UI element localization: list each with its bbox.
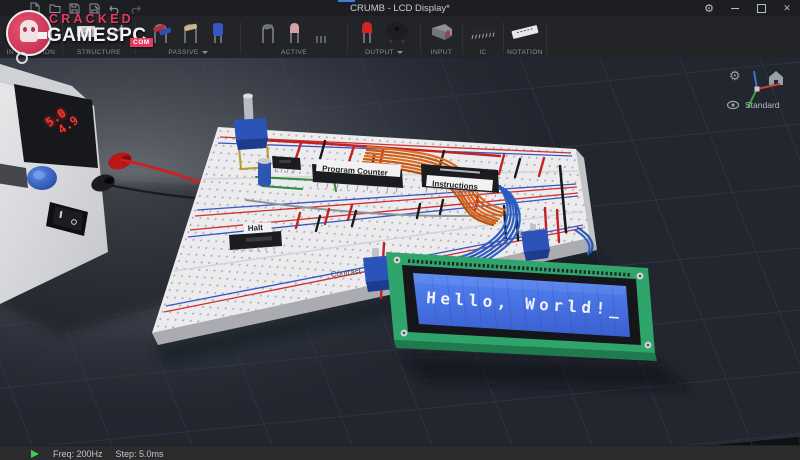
- lcd-module[interactable]: Hello, World!_: [386, 252, 657, 361]
- scene-settings-gear-icon[interactable]: ⚙: [729, 68, 741, 83]
- capacitor-component[interactable]: [258, 158, 271, 186]
- label-sticker-icon[interactable]: [508, 20, 542, 44]
- toolbar-separator: [546, 22, 547, 54]
- dropdown-arrow-icon: [397, 51, 403, 54]
- play-icon[interactable]: [31, 450, 39, 458]
- toolbar-label-ic: IC: [479, 49, 486, 56]
- halt-label: Halt: [248, 223, 264, 233]
- resistor-beige-icon[interactable]: [181, 20, 201, 44]
- settings-gear-icon[interactable]: ⚙: [696, 0, 722, 16]
- crackedgamespc-watermark: CRACKED GAMESPC COM: [2, 8, 152, 66]
- toolbar-group-ic[interactable]: IC: [463, 16, 503, 58]
- toolbar-group-active[interactable]: ACTIVE: [241, 16, 347, 58]
- step-status: Step: 5.0ms: [116, 449, 164, 459]
- transistor-icon[interactable]: [313, 20, 329, 44]
- maximize-button[interactable]: [748, 0, 774, 16]
- watermark-logo-icon: [6, 10, 52, 56]
- led-red-icon[interactable]: [359, 20, 375, 44]
- dip-chip-icon[interactable]: [467, 20, 499, 44]
- watermark-chain-icon: [16, 52, 28, 64]
- window-controls: ⚙ ✕: [696, 0, 800, 16]
- diode-icon[interactable]: [259, 20, 277, 44]
- watermark-badge: COM: [130, 38, 153, 47]
- capacitor-icon[interactable]: [210, 20, 226, 44]
- watermark-text-top: CRACKED: [49, 12, 134, 26]
- toolbar-label-output: OUTPUT: [365, 49, 394, 56]
- view-mode-label: Standard: [745, 100, 780, 110]
- toolbar-label-active: ACTIVE: [281, 49, 307, 56]
- toolbar-group-notation[interactable]: NOTATION: [504, 16, 546, 58]
- led-pink-icon[interactable]: [286, 20, 304, 44]
- active-tab-indicator: [338, 0, 355, 2]
- status-bar: Freq: 200Hz Step: 5.0ms: [0, 445, 800, 460]
- minimize-button[interactable]: [722, 0, 748, 16]
- frequency-status: Freq: 200Hz: [53, 449, 103, 459]
- buzzer-icon[interactable]: [384, 20, 410, 44]
- dropdown-arrow-icon: [202, 51, 208, 54]
- resistor-icon[interactable]: [150, 20, 172, 44]
- switch-icon[interactable]: [429, 20, 455, 44]
- toolbar-group-output[interactable]: OUTPUT: [348, 16, 420, 58]
- toolbar-label-input: INPUT: [431, 49, 453, 56]
- toolbar-label-passive: PASSIVE: [168, 49, 198, 56]
- toolbar-label-notation: NOTATION: [507, 49, 543, 56]
- toolbar-group-input[interactable]: INPUT: [421, 16, 462, 58]
- scene-viewport[interactable]: 5.0 4.9: [0, 58, 800, 445]
- close-button[interactable]: ✕: [774, 0, 800, 16]
- crumb-app-window: CRUMB - LCD Display* ⚙ ✕ INTERACTION STR…: [0, 0, 800, 460]
